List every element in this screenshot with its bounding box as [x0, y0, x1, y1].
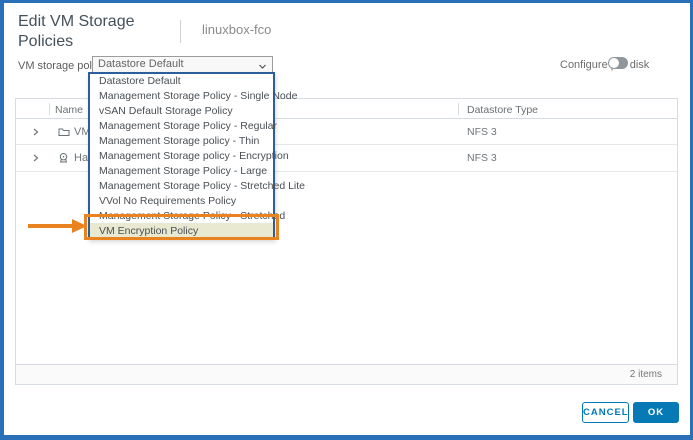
folder-icon: [58, 127, 70, 137]
title-divider: [180, 20, 181, 43]
configure-per-disk-toggle[interactable]: [608, 57, 628, 69]
selected-policy-value: Datastore Default: [98, 58, 184, 70]
row-datastore-type: NFS 3: [467, 126, 497, 138]
dropdown-option[interactable]: Management Storage Policy - Large: [90, 163, 273, 178]
dropdown-option-vm-encryption-policy[interactable]: VM Encryption Policy: [90, 223, 273, 238]
column-divider: [49, 103, 50, 115]
table-footer: 2 items: [16, 364, 677, 384]
vm-storage-policy-select[interactable]: Datastore Default: [92, 56, 273, 73]
dropdown-option[interactable]: Management Storage Policy - Single Node: [90, 89, 273, 104]
hard-disk-icon: [58, 153, 69, 164]
edit-vm-storage-policies-dialog: Edit VM Storage Policies linuxbox-fco VM…: [4, 3, 690, 435]
column-header-datastore-type: Datastore Type: [467, 104, 538, 116]
dialog-frame: Edit VM Storage Policies linuxbox-fco VM…: [0, 0, 693, 440]
vm-name-subtitle: linuxbox-fco: [202, 22, 271, 37]
page-title: Edit VM Storage Policies: [18, 12, 164, 52]
dropdown-option[interactable]: Management Storage policy - Thin: [90, 134, 273, 149]
dropdown-option[interactable]: VVol No Requirements Policy: [90, 193, 273, 208]
ok-button[interactable]: OK: [633, 402, 679, 423]
cancel-button[interactable]: CANCEL: [582, 402, 629, 423]
items-count: 2 items: [630, 369, 662, 380]
configure-per-disk-label: Configure per disk: [560, 59, 649, 71]
dropdown-option[interactable]: Datastore Default: [90, 74, 273, 89]
dropdown-option[interactable]: vSAN Default Storage Policy: [90, 104, 273, 119]
toggle-knob: [609, 58, 619, 68]
expand-row-icon[interactable]: [32, 154, 39, 163]
row-datastore-type: NFS 3: [467, 152, 497, 164]
dropdown-option[interactable]: Management Storage Policy - Regular: [90, 119, 273, 134]
dropdown-option[interactable]: Management Storage policy - Encryption: [90, 149, 273, 164]
expand-row-icon[interactable]: [32, 127, 39, 136]
column-divider: [458, 103, 459, 115]
dropdown-option[interactable]: Management Storage Policy - Stretched Li…: [90, 178, 273, 193]
dropdown-option[interactable]: Management Storage Policy - Stretched: [90, 208, 273, 223]
column-header-name: Name: [55, 104, 83, 116]
storage-policy-dropdown-list: Datastore Default Management Storage Pol…: [88, 72, 275, 240]
